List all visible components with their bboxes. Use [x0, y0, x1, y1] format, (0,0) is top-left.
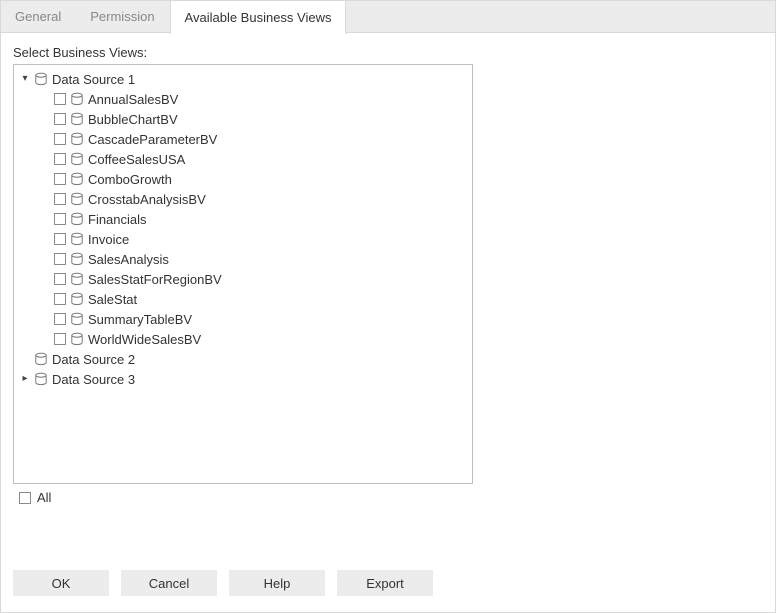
tree-node-business-view[interactable]: Financials	[20, 209, 466, 229]
button-bar: OK Cancel Help Export	[13, 570, 433, 596]
tree-checkbox[interactable]	[54, 313, 66, 325]
tree-node-business-view[interactable]: SalesAnalysis	[20, 249, 466, 269]
tree-checkbox[interactable]	[54, 213, 66, 225]
datasource-icon	[70, 152, 84, 166]
tree-node-label: Data Source 2	[52, 352, 135, 367]
tree-checkbox[interactable]	[54, 113, 66, 125]
tree-checkbox[interactable]	[54, 293, 66, 305]
datasource-icon	[70, 252, 84, 266]
datasource-icon	[70, 232, 84, 246]
export-button[interactable]: Export	[337, 570, 433, 596]
tree-node-business-view[interactable]: Invoice	[20, 229, 466, 249]
help-button[interactable]: Help	[229, 570, 325, 596]
tree-checkbox[interactable]	[54, 333, 66, 345]
select-all-checkbox[interactable]	[19, 492, 31, 504]
tree-node-label: Data Source 1	[52, 72, 135, 87]
tree-node-label: SalesStatForRegionBV	[88, 272, 222, 287]
tree-node-label: Invoice	[88, 232, 129, 247]
tab-general[interactable]: General	[1, 1, 76, 32]
tree-checkbox[interactable]	[54, 253, 66, 265]
tree-node-label: SalesAnalysis	[88, 252, 169, 267]
tree-node-business-view[interactable]: WorldWideSalesBV	[20, 329, 466, 349]
tree-node-business-view[interactable]: SummaryTableBV	[20, 309, 466, 329]
tree-node-business-view[interactable]: CrosstabAnalysisBV	[20, 189, 466, 209]
collapse-icon[interactable]: ▾	[20, 74, 30, 84]
datasource-icon	[70, 92, 84, 106]
tree-node-business-view[interactable]: CoffeeSalesUSA	[20, 149, 466, 169]
tree-checkbox[interactable]	[54, 233, 66, 245]
tab-permission[interactable]: Permission	[76, 1, 169, 32]
select-all-label: All	[37, 490, 51, 505]
tree-node-datasource[interactable]: Data Source 2	[20, 349, 466, 369]
section-label: Select Business Views:	[13, 45, 763, 60]
tree-node-label: Financials	[88, 212, 147, 227]
tree-node-label: CrosstabAnalysisBV	[88, 192, 206, 207]
tree-node-label: AnnualSalesBV	[88, 92, 178, 107]
datasource-icon	[70, 212, 84, 226]
select-all-row[interactable]: All	[13, 490, 763, 505]
tree-node-label: ComboGrowth	[88, 172, 172, 187]
tab-strip: General Permission Available Business Vi…	[1, 1, 775, 33]
tab-panel: Select Business Views: ▾ Data Source 1 Ann…	[1, 33, 775, 505]
tree-checkbox[interactable]	[54, 153, 66, 165]
datasource-icon	[70, 112, 84, 126]
tree-checkbox[interactable]	[54, 193, 66, 205]
tree-node-label: Data Source 3	[52, 372, 135, 387]
datasource-icon	[70, 292, 84, 306]
tree-node-label: CascadeParameterBV	[88, 132, 217, 147]
expander-spacer	[20, 354, 30, 364]
tree-checkbox[interactable]	[54, 133, 66, 145]
tree-node-business-view[interactable]: CascadeParameterBV	[20, 129, 466, 149]
tree-node-datasource[interactable]: ▸ Data Source 3	[20, 369, 466, 389]
tree-node-label: BubbleChartBV	[88, 112, 178, 127]
cancel-button[interactable]: Cancel	[121, 570, 217, 596]
tree-node-label: CoffeeSalesUSA	[88, 152, 185, 167]
tab-available-business-views[interactable]: Available Business Views	[170, 1, 347, 34]
datasource-icon	[70, 172, 84, 186]
tree-node-datasource[interactable]: ▾ Data Source 1	[20, 69, 466, 89]
ok-button[interactable]: OK	[13, 570, 109, 596]
tree-checkbox[interactable]	[54, 93, 66, 105]
tree-checkbox[interactable]	[54, 273, 66, 285]
datasource-icon	[70, 332, 84, 346]
datasource-icon	[70, 192, 84, 206]
tree-checkbox[interactable]	[54, 173, 66, 185]
tree-node-label: WorldWideSalesBV	[88, 332, 201, 347]
tree-node-business-view[interactable]: ComboGrowth	[20, 169, 466, 189]
datasource-icon	[34, 72, 48, 86]
datasource-icon	[70, 272, 84, 286]
datasource-icon	[34, 352, 48, 366]
tree-node-business-view[interactable]: SaleStat	[20, 289, 466, 309]
expand-icon[interactable]: ▸	[20, 374, 30, 384]
tree-node-business-view[interactable]: BubbleChartBV	[20, 109, 466, 129]
tree-node-label: SummaryTableBV	[88, 312, 192, 327]
datasource-icon	[70, 312, 84, 326]
datasource-icon	[70, 132, 84, 146]
datasource-icon	[34, 372, 48, 386]
tree-node-label: SaleStat	[88, 292, 137, 307]
tree-node-business-view[interactable]: AnnualSalesBV	[20, 89, 466, 109]
tree-node-business-view[interactable]: SalesStatForRegionBV	[20, 269, 466, 289]
business-views-tree[interactable]: ▾ Data Source 1 AnnualSalesBV BubbleChartBV…	[13, 64, 473, 484]
